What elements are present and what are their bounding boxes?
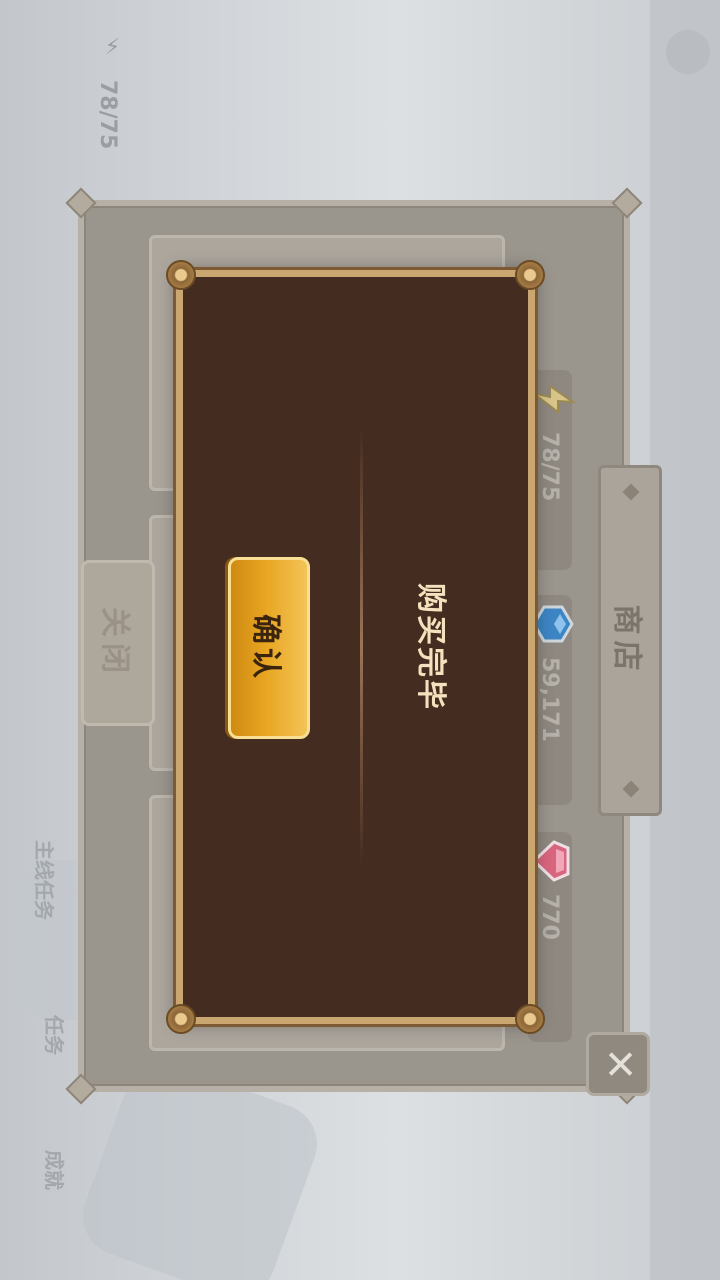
shop-title: 商店 — [598, 465, 662, 816]
hud-energy-icon: ⚡ — [104, 35, 121, 61]
dialog-corner — [166, 1004, 196, 1034]
dialog-corner — [166, 260, 196, 290]
chat-icon[interactable] — [666, 30, 710, 74]
title-ornament — [622, 483, 640, 501]
hud-energy-value: 78/75 — [95, 80, 120, 150]
panel-corner — [65, 1073, 97, 1105]
pink-gem-icon — [531, 840, 570, 882]
energy-icon — [532, 384, 576, 415]
purchase-dialog: 购买完毕 确认 — [166, 260, 545, 1034]
panel-corner — [65, 187, 97, 219]
shop-title-text: 商店 — [609, 604, 644, 677]
dialog-divider — [360, 427, 363, 867]
dialog-message: 购买完毕 — [413, 583, 448, 711]
resource-value: 770 — [537, 894, 563, 940]
title-ornament — [622, 780, 640, 798]
resource-value: 59,171 — [537, 657, 563, 742]
panel-corner — [611, 187, 643, 219]
hud-energy: ⚡ — [100, 35, 125, 60]
game-screen: ⚡ 78/75 任务 主线任务 成就 商店 ✕ 78/75 59,171 770… — [0, 0, 720, 1280]
side-label[interactable]: 主线任务 — [31, 840, 60, 920]
dialog-corner — [515, 260, 545, 290]
close-icon[interactable]: ✕ — [586, 1032, 650, 1096]
side-label[interactable]: 成就 — [41, 1150, 70, 1190]
dialog-corner — [515, 1004, 545, 1034]
blue-gem-icon — [532, 605, 574, 643]
shop-close-button[interactable]: 关闭 — [81, 560, 155, 726]
resource-value: 78/75 — [537, 432, 563, 502]
confirm-button[interactable]: 确认 — [228, 557, 310, 739]
side-label[interactable]: 任务 — [41, 1015, 70, 1055]
